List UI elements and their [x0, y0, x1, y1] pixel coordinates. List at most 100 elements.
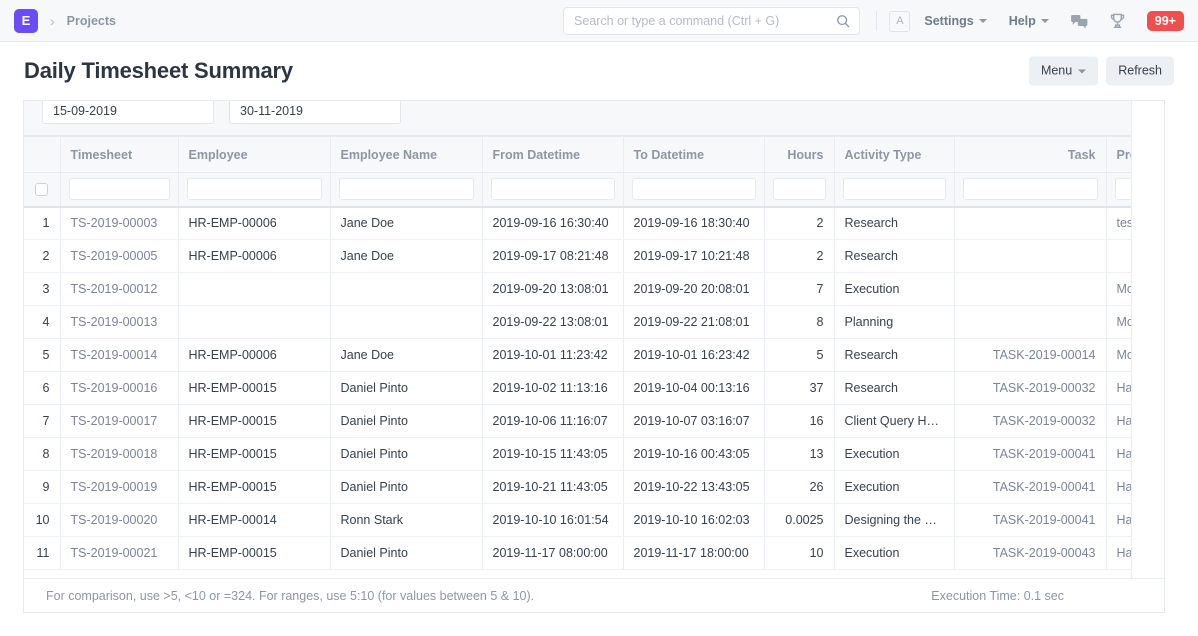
app-logo[interactable]: E [14, 9, 38, 33]
cell-project-link[interactable]: Handbag [1117, 480, 1165, 494]
cell-employee[interactable]: HR-EMP-00015 [178, 471, 330, 504]
filter-input-timesheet[interactable] [69, 178, 170, 200]
select-all-cell[interactable] [24, 173, 60, 207]
cell-from-datetime[interactable]: 2019-10-02 11:13:16 [482, 372, 623, 405]
table-row[interactable]: 3TS-2019-000122019-09-20 13:08:012019-09… [24, 273, 1164, 306]
cell-activity-type[interactable]: Research [834, 372, 954, 405]
filter-input-from-datetime[interactable] [491, 178, 615, 200]
cell-rownum[interactable]: 8 [24, 438, 60, 471]
cell-timesheet-link[interactable]: TS-2019-00018 [71, 447, 158, 461]
cell-rownum[interactable]: 6 [24, 372, 60, 405]
cell-task[interactable] [954, 240, 1106, 273]
cell-to-datetime[interactable]: 2019-10-10 16:02:03 [623, 504, 764, 537]
cell-from-datetime[interactable]: 2019-10-15 11:43:05 [482, 438, 623, 471]
table-row[interactable]: 10TS-2019-00020HR-EMP-00014Ronn Stark201… [24, 504, 1164, 537]
cell-employee-name[interactable]: Daniel Pinto [330, 372, 482, 405]
filter-cell-project[interactable] [1106, 173, 1164, 207]
cell-to-datetime[interactable]: 2019-11-17 18:00:00 [623, 537, 764, 570]
column-header-from-datetime[interactable]: From Datetime [482, 137, 623, 173]
column-header-employee[interactable]: Employee [178, 137, 330, 173]
cell-activity-type[interactable]: Research [834, 339, 954, 372]
cell-project-link[interactable]: Handbag [1117, 447, 1165, 461]
filter-cell-employee[interactable] [178, 173, 330, 207]
cell-rownum[interactable]: 5 [24, 339, 60, 372]
table-row[interactable]: 7TS-2019-00017HR-EMP-00015Daniel Pinto20… [24, 405, 1164, 438]
cell-task-link[interactable]: TASK-2019-00014 [993, 348, 1096, 362]
cell-project[interactable]: Handbag [1106, 405, 1164, 438]
cell-project[interactable]: test [1106, 207, 1164, 240]
report-grid-scroll[interactable]: Timesheet Employee Employee Name From Da… [24, 136, 1164, 613]
table-row[interactable]: 5TS-2019-00014HR-EMP-00006Jane Doe2019-1… [24, 339, 1164, 372]
cell-timesheet[interactable]: TS-2019-00005 [60, 240, 178, 273]
cell-project-link[interactable]: test [1117, 216, 1137, 230]
filter-cell-task[interactable] [954, 173, 1106, 207]
cell-task[interactable]: TASK-2019-00041 [954, 438, 1106, 471]
cell-project[interactable]: Handbag [1106, 471, 1164, 504]
cell-from-datetime[interactable]: 2019-09-22 13:08:01 [482, 306, 623, 339]
filter-cell-employee-name[interactable] [330, 173, 482, 207]
cell-hours[interactable]: 16 [764, 405, 834, 438]
cell-activity-type[interactable]: Execution [834, 438, 954, 471]
cell-from-datetime[interactable]: 2019-09-17 08:21:48 [482, 240, 623, 273]
cell-task[interactable] [954, 207, 1106, 240]
table-row[interactable]: 8TS-2019-00018HR-EMP-00015Daniel Pinto20… [24, 438, 1164, 471]
select-all-checkbox[interactable] [35, 183, 48, 196]
cell-timesheet-link[interactable]: TS-2019-00003 [71, 216, 158, 230]
cell-timesheet[interactable]: TS-2019-00021 [60, 537, 178, 570]
table-row[interactable]: 1TS-2019-00003HR-EMP-00006Jane Doe2019-0… [24, 207, 1164, 240]
table-row[interactable]: 6TS-2019-00016HR-EMP-00015Daniel Pinto20… [24, 372, 1164, 405]
cell-activity-type[interactable]: Planning [834, 306, 954, 339]
help-menu[interactable]: Help [1009, 14, 1049, 28]
column-header-employee-name[interactable]: Employee Name [330, 137, 482, 173]
cell-timesheet[interactable]: TS-2019-00020 [60, 504, 178, 537]
cell-task[interactable] [954, 306, 1106, 339]
cell-task[interactable]: TASK-2019-00041 [954, 504, 1106, 537]
column-header-rownum[interactable] [24, 137, 60, 173]
cell-to-datetime[interactable]: 2019-10-07 03:16:07 [623, 405, 764, 438]
column-header-timesheet[interactable]: Timesheet [60, 137, 178, 173]
cell-task[interactable]: TASK-2019-00041 [954, 471, 1106, 504]
cell-hours[interactable]: 13 [764, 438, 834, 471]
cell-employee[interactable] [178, 273, 330, 306]
cell-from-datetime[interactable]: 2019-11-17 08:00:00 [482, 537, 623, 570]
cell-employee-name[interactable]: Daniel Pinto [330, 537, 482, 570]
column-header-task[interactable]: Task [954, 137, 1106, 173]
cell-task-link[interactable]: TASK-2019-00032 [993, 414, 1096, 428]
cell-activity-type[interactable]: Designing the pr... [834, 504, 954, 537]
cell-project[interactable]: Mobile P [1106, 339, 1164, 372]
cell-project-link[interactable]: Mobile P [1117, 348, 1165, 362]
cell-to-datetime[interactable]: 2019-09-16 18:30:40 [623, 207, 764, 240]
cell-from-datetime[interactable]: 2019-10-21 11:43:05 [482, 471, 623, 504]
column-header-to-datetime[interactable]: To Datetime [623, 137, 764, 173]
table-row[interactable]: 2TS-2019-00005HR-EMP-00006Jane Doe2019-0… [24, 240, 1164, 273]
cell-employee-name[interactable] [330, 306, 482, 339]
cell-hours[interactable]: 7 [764, 273, 834, 306]
column-header-project[interactable]: Project [1106, 137, 1164, 173]
cell-task-link[interactable]: TASK-2019-00041 [993, 447, 1096, 461]
cell-activity-type[interactable]: Execution [834, 273, 954, 306]
cell-hours[interactable]: 26 [764, 471, 834, 504]
cell-timesheet-link[interactable]: TS-2019-00013 [71, 315, 158, 329]
cell-rownum[interactable]: 10 [24, 504, 60, 537]
filter-cell-to-datetime[interactable] [623, 173, 764, 207]
cell-task[interactable] [954, 273, 1106, 306]
cell-project[interactable]: Handbag [1106, 438, 1164, 471]
table-row[interactable]: 9TS-2019-00019HR-EMP-00015Daniel Pinto20… [24, 471, 1164, 504]
cell-activity-type[interactable]: Execution [834, 537, 954, 570]
cell-rownum[interactable]: 4 [24, 306, 60, 339]
cell-task-link[interactable]: TASK-2019-00041 [993, 513, 1096, 527]
cell-hours[interactable]: 2 [764, 240, 834, 273]
cell-timesheet-link[interactable]: TS-2019-00020 [71, 513, 158, 527]
cell-timesheet[interactable]: TS-2019-00012 [60, 273, 178, 306]
cell-timesheet[interactable]: TS-2019-00017 [60, 405, 178, 438]
cell-employee-name[interactable]: Daniel Pinto [330, 405, 482, 438]
cell-task[interactable]: TASK-2019-00032 [954, 372, 1106, 405]
menu-button[interactable]: Menu [1029, 57, 1098, 86]
cell-employee-name[interactable]: Ronn Stark [330, 504, 482, 537]
trophy-icon[interactable] [1110, 13, 1125, 29]
table-row[interactable]: 11TS-2019-00021HR-EMP-00015Daniel Pinto2… [24, 537, 1164, 570]
cell-project-link[interactable]: Handbag [1117, 513, 1165, 527]
cell-to-datetime[interactable]: 2019-10-01 16:23:42 [623, 339, 764, 372]
cell-rownum[interactable]: 9 [24, 471, 60, 504]
cell-rownum[interactable]: 3 [24, 273, 60, 306]
